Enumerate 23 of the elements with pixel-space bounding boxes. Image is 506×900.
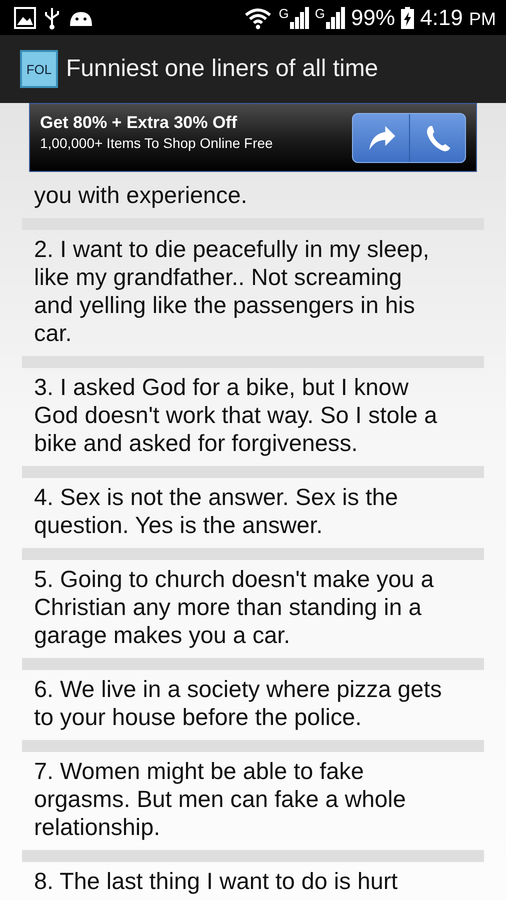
ad-subline[interactable]: 1,00,000+ Items To Shop Online Free	[40, 134, 352, 150]
app-logo: FOL	[20, 50, 58, 88]
joke-text[interactable]: 6. We live in a society where pizza gets to your house before the police.	[34, 675, 496, 731]
clock-time: 4:19 PM	[420, 4, 496, 30]
ad-action-buttons[interactable]	[352, 112, 466, 162]
signal-icon	[288, 6, 309, 30]
battery-charging-icon	[401, 6, 414, 28]
signal-icon	[325, 6, 346, 30]
ad-headline[interactable]: Get 80% + Extra 30% Off	[40, 112, 352, 132]
joke-text[interactable]: 4. Sex is not the answer. Sex is the question. Yes is the answer.	[34, 483, 496, 539]
joke-text[interactable]: you with experience.	[34, 181, 496, 209]
joke-text[interactable]: 5. Going to church doesn't make you a Christian any more than standing in a garage makes you a car.	[34, 565, 496, 649]
app-title: Funniest one liners of all time	[66, 55, 378, 83]
picture-icon	[14, 6, 36, 28]
joke-text[interactable]: 2. I want to die peacefully in my sleep, like my grandfather.. Not screaming and yelling like the passengers in his car.	[34, 235, 496, 347]
network-type-label: G	[314, 6, 326, 20]
joke-text[interactable]: 7. Women might be able to fake orgasms. But men can fake a whole relationship.	[34, 757, 496, 841]
wifi-icon	[242, 6, 273, 30]
battery-percent: 99%	[351, 4, 396, 30]
joke-text[interactable]: 8. The last thing I want to do is hurt	[34, 867, 496, 895]
usb-icon	[44, 6, 60, 30]
network-type-label: G	[278, 6, 289, 20]
joke-text[interactable]: 3. I asked God for a bike, but I know God doesn't work that way. So I stole a bike and asked for forgiveness.	[34, 373, 496, 457]
